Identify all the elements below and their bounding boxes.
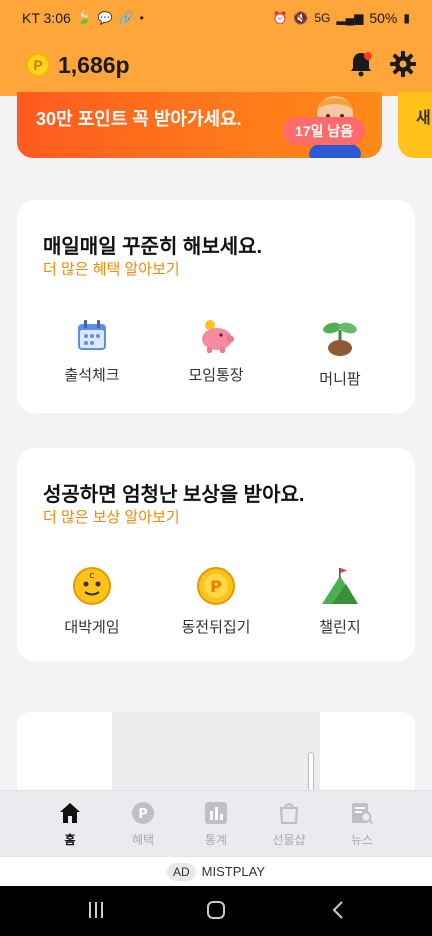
nav-home[interactable]: 홈 — [40, 801, 100, 848]
battery-percent: 50% — [369, 10, 398, 26]
coin-flip-button[interactable]: P 동전뒤집기 — [161, 566, 271, 637]
point-icon: P — [132, 802, 154, 824]
bell-icon[interactable] — [348, 50, 374, 78]
nav-news[interactable]: 뉴스 — [332, 801, 392, 848]
nav-label: 홈 — [64, 833, 76, 847]
leaf-icon: 🍃 — [76, 11, 92, 25]
challenge-button[interactable]: 챌린지 — [285, 566, 395, 637]
network-label: 5G — [314, 11, 331, 25]
home-button-icon[interactable] — [206, 900, 226, 920]
sprout-icon — [323, 322, 357, 356]
feature-label: 챌린지 — [319, 619, 361, 636]
piggy-bank-icon — [202, 320, 234, 353]
svg-text:P: P — [210, 577, 222, 596]
jackpot-game-button[interactable]: C 대박게임 — [37, 566, 147, 637]
battery-icon: ▮ — [403, 11, 410, 25]
svg-text:C: C — [90, 572, 95, 580]
feature-label: 모임통장 — [188, 367, 244, 384]
status-right: ⏰ 🔇 5G ▂▄▆ 50% ▮ — [272, 10, 410, 26]
news-search-icon — [352, 803, 374, 825]
card-title: 성공하면 엄청난 보상을 받아요. — [43, 484, 305, 506]
feature-label: 대박게임 — [64, 619, 120, 636]
feature-label: 출석체크 — [64, 367, 120, 384]
nav-label: 선물샵 — [272, 833, 306, 847]
ad-image — [112, 712, 320, 802]
carrier-time: KT 3:06 — [22, 10, 71, 26]
attendance-check-button[interactable]: 출석체크 — [37, 318, 147, 385]
system-navigation-bar — [0, 886, 432, 936]
coin-flip-icon: P — [197, 567, 235, 605]
banner-headline: 30만 포인트 꼭 받아가세요. — [36, 109, 242, 129]
days-left-badge: 17일 남음 — [283, 117, 366, 145]
peek-text: 새 — [416, 110, 431, 127]
shopping-bag-icon — [279, 803, 299, 825]
more-rewards-link[interactable]: 더 많은 보상 알아보기 — [43, 506, 180, 527]
signal-icon: ▂▄▆ — [336, 11, 364, 25]
daily-benefits-card: 매일매일 꾸준히 해보세요. 더 많은 혜택 알아보기 출석체크 모임통장 머니… — [17, 200, 415, 413]
next-banner-peek[interactable]: 새 — [398, 92, 432, 158]
home-icon — [60, 803, 80, 823]
rewards-card: 성공하면 엄청난 보상을 받아요. 더 많은 보상 알아보기 C 대박게임 P … — [17, 448, 415, 662]
status-bar: KT 3:06 🍃 💬 🔗 • ⏰ 🔇 5G ▂▄▆ 50% ▮ — [0, 0, 432, 36]
feature-label: 동전뒤집기 — [181, 619, 251, 636]
nav-label: 뉴스 — [350, 833, 374, 847]
card-title: 매일매일 꾸준히 해보세요. — [43, 236, 263, 258]
app-header: P 1,686p — [0, 36, 432, 96]
talk-icon: 💬 — [97, 11, 113, 25]
ad-badge: AD — [166, 863, 196, 881]
point-coin-icon: P — [26, 53, 50, 77]
calendar-icon — [78, 320, 106, 350]
gear-icon[interactable] — [389, 50, 417, 78]
point-total[interactable]: 1,686p — [58, 52, 130, 79]
nav-gift-shop[interactable]: 선물샵 — [259, 801, 319, 848]
status-left: KT 3:06 🍃 💬 🔗 • — [22, 10, 144, 26]
ad-banner-area[interactable] — [17, 712, 415, 802]
more-benefits-link[interactable]: 더 많은 혜택 알아보기 — [43, 258, 180, 279]
nav-benefits[interactable]: P 혜택 — [113, 801, 173, 848]
recent-apps-icon[interactable] — [86, 900, 106, 920]
svg-text:P: P — [138, 807, 148, 822]
ad-strip[interactable]: AD MISTPLAY — [0, 856, 432, 886]
promo-banner[interactable]: 30만 포인트 꼭 받아가세요. 17일 남음 — [17, 92, 382, 158]
back-icon[interactable] — [328, 900, 348, 920]
dot-icon: • — [139, 11, 144, 25]
nav-label: 통계 — [204, 833, 228, 847]
group-account-button[interactable]: 모임통장 — [161, 318, 271, 385]
ad-text: MISTPLAY — [201, 864, 265, 879]
mute-icon: 🔇 — [293, 11, 309, 25]
mountain-flag-icon — [322, 568, 358, 604]
nav-label: 혜택 — [131, 833, 155, 847]
money-farm-button[interactable]: 머니팜 — [285, 318, 395, 389]
nav-stats[interactable]: 통계 — [186, 801, 246, 848]
alarm-icon: ⏰ — [272, 11, 288, 25]
bottom-navigation: 홈 P 혜택 통계 선물샵 뉴스 — [0, 790, 432, 856]
bar-chart-icon — [205, 802, 227, 824]
link-icon: 🔗 — [118, 11, 134, 25]
feature-label: 머니팜 — [319, 371, 361, 388]
game-coin-icon: C — [73, 567, 111, 605]
